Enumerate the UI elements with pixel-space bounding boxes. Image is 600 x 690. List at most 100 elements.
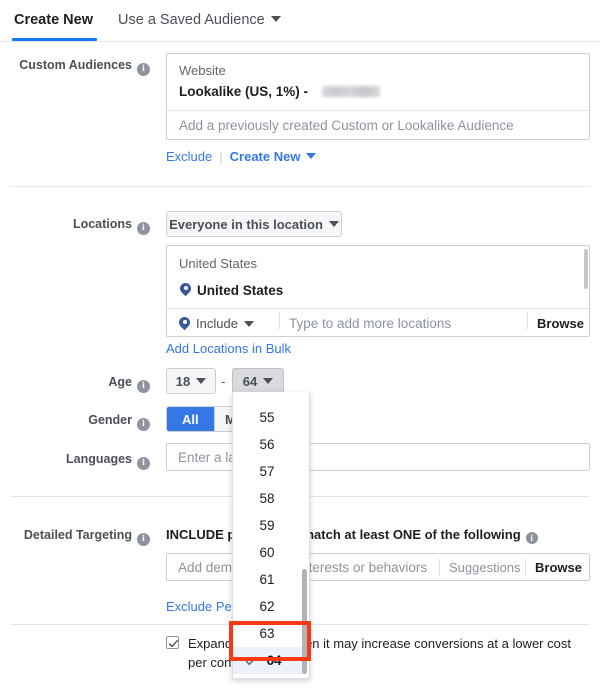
- location-scope-dropdown[interactable]: Everyone in this location: [166, 211, 342, 237]
- locations-label: Locations i: [0, 216, 150, 235]
- custom-audiences-input[interactable]: Add a previously created Custom or Looka…: [179, 118, 514, 133]
- age-option-63[interactable]: 63: [233, 620, 303, 647]
- location-chip-united-states[interactable]: United States: [180, 283, 283, 298]
- detailed-targeting-browse-button[interactable]: Browse: [535, 560, 582, 575]
- detailed-targeting-heading-text: INCLUDE people who match at least ONE of…: [166, 527, 521, 542]
- map-pin-icon: [180, 283, 191, 297]
- age-option-label: 60: [259, 545, 275, 560]
- age-max-value: 64: [242, 373, 258, 389]
- detailed-targeting-label-text: Detailed Targeting: [23, 528, 132, 542]
- custom-audiences-box: Website Lookalike (US, 1%) - Add a previ…: [166, 53, 590, 140]
- divider: [279, 312, 280, 329]
- create-new-audience-link[interactable]: Create New: [230, 149, 301, 164]
- languages-label-text: Languages: [66, 452, 132, 466]
- map-pin-icon: [179, 317, 190, 331]
- age-option-58[interactable]: 58: [233, 485, 303, 512]
- age-max-dropdown[interactable]: 64: [232, 368, 284, 394]
- dropdown-scrollbar[interactable]: [302, 394, 307, 677]
- age-option-64[interactable]: 64: [233, 647, 303, 674]
- info-icon[interactable]: i: [137, 222, 150, 235]
- age-option-label: 56: [259, 437, 275, 452]
- age-option-56[interactable]: 56: [233, 431, 303, 458]
- age-range-separator: -: [221, 374, 226, 389]
- age-option-55[interactable]: 55: [233, 404, 303, 431]
- age-option-label: 59: [259, 518, 275, 533]
- age-option-60[interactable]: 60: [233, 539, 303, 566]
- chevron-down-icon: [263, 378, 274, 384]
- age-label-text: Age: [108, 375, 132, 389]
- custom-audiences-label: Custom Audiences i: [0, 57, 150, 76]
- divider: [527, 312, 528, 329]
- detailed-targeting-box: Add demographics, interests or behaviors…: [166, 553, 590, 581]
- custom-audience-source-label: Website: [179, 63, 226, 78]
- section-divider: [10, 186, 590, 187]
- chevron-down-icon: [306, 153, 317, 159]
- expand-interests-checkbox[interactable]: [166, 636, 179, 649]
- age-option-label: 58: [259, 491, 275, 506]
- suggestions-button[interactable]: Suggestions: [449, 560, 521, 575]
- gender-label: Gender i: [0, 412, 150, 431]
- age-option-62[interactable]: 62: [233, 593, 303, 620]
- locations-box: United States United States Include Type…: [166, 245, 590, 337]
- audience-tabbar: Create New Use a Saved Audience: [0, 0, 600, 42]
- chevron-down-icon: [243, 320, 254, 327]
- age-option-label: 63: [259, 626, 275, 641]
- chevron-down-icon: [196, 378, 207, 384]
- location-search-input[interactable]: Type to add more locations: [289, 316, 451, 331]
- locations-scrollbar[interactable]: [583, 247, 588, 307]
- info-icon[interactable]: i: [137, 63, 150, 76]
- detailed-targeting-label: Detailed Targeting i: [0, 527, 150, 546]
- location-scope-label: Everyone in this location: [169, 216, 323, 232]
- languages-box: Enter a language...: [166, 443, 590, 471]
- gender-option-all[interactable]: All: [167, 407, 215, 431]
- tab-create-new-label: Create New: [14, 12, 93, 28]
- checkmark-icon: [168, 639, 179, 648]
- location-chip-label: United States: [197, 283, 284, 298]
- audience-editor-panel: Create New Use a Saved Audience Custom A…: [0, 0, 600, 690]
- tab-create-new[interactable]: Create New: [14, 10, 93, 30]
- custom-audience-name: Lookalike (US, 1%) -: [179, 84, 309, 99]
- age-option-61[interactable]: 61: [233, 566, 303, 593]
- info-icon[interactable]: i: [137, 380, 150, 393]
- age-option-label: 64: [266, 653, 282, 668]
- age-min-value: 18: [175, 373, 191, 389]
- divider: [439, 559, 440, 576]
- tab-use-saved-audience[interactable]: Use a Saved Audience: [118, 10, 281, 30]
- age-option-59[interactable]: 59: [233, 512, 303, 539]
- tab-use-saved-audience-label: Use a Saved Audience: [118, 12, 265, 28]
- info-icon[interactable]: i: [137, 457, 150, 470]
- location-include-label: Include: [196, 316, 238, 331]
- custom-audiences-label-text: Custom Audiences: [19, 58, 132, 72]
- chevron-down-icon: [328, 221, 339, 227]
- info-icon[interactable]: i: [525, 532, 538, 544]
- age-option-65plus[interactable]: 65+: [233, 674, 303, 678]
- detailed-targeting-heading: INCLUDE people who match at least ONE of…: [166, 527, 538, 544]
- age-option-57[interactable]: 57: [233, 458, 303, 485]
- custom-audience-selected-item[interactable]: Lookalike (US, 1%) -: [179, 84, 381, 99]
- dropdown-scrollbar-thumb[interactable]: [302, 569, 307, 674]
- active-tab-indicator: [12, 38, 97, 41]
- location-include-dropdown[interactable]: Include: [179, 316, 254, 331]
- gender-label-text: Gender: [88, 413, 132, 427]
- locations-group-header: United States: [179, 256, 258, 271]
- age-label: Age i: [0, 374, 150, 393]
- locations-browse-button[interactable]: Browse: [537, 316, 584, 331]
- add-locations-in-bulk-link[interactable]: Add Locations in Bulk: [166, 341, 291, 356]
- age-option-label: 57: [259, 464, 275, 479]
- age-option-label: 61: [259, 572, 275, 587]
- chevron-down-icon: [270, 16, 281, 22]
- age-min-dropdown[interactable]: 18: [166, 368, 216, 394]
- custom-audiences-links: Exclude | Create New: [166, 149, 317, 164]
- divider: [167, 110, 589, 111]
- exclude-audience-link[interactable]: Exclude: [166, 149, 212, 164]
- age-option-label: 62: [259, 599, 275, 614]
- age-option-label: 55: [259, 410, 275, 425]
- info-icon[interactable]: i: [137, 418, 150, 431]
- checkmark-icon: [245, 656, 257, 666]
- divider: [167, 308, 589, 309]
- link-separator: |: [219, 149, 223, 164]
- redacted-audience-name: [322, 86, 381, 97]
- info-icon[interactable]: i: [137, 533, 150, 546]
- divider: [525, 559, 526, 576]
- locations-label-text: Locations: [72, 217, 132, 231]
